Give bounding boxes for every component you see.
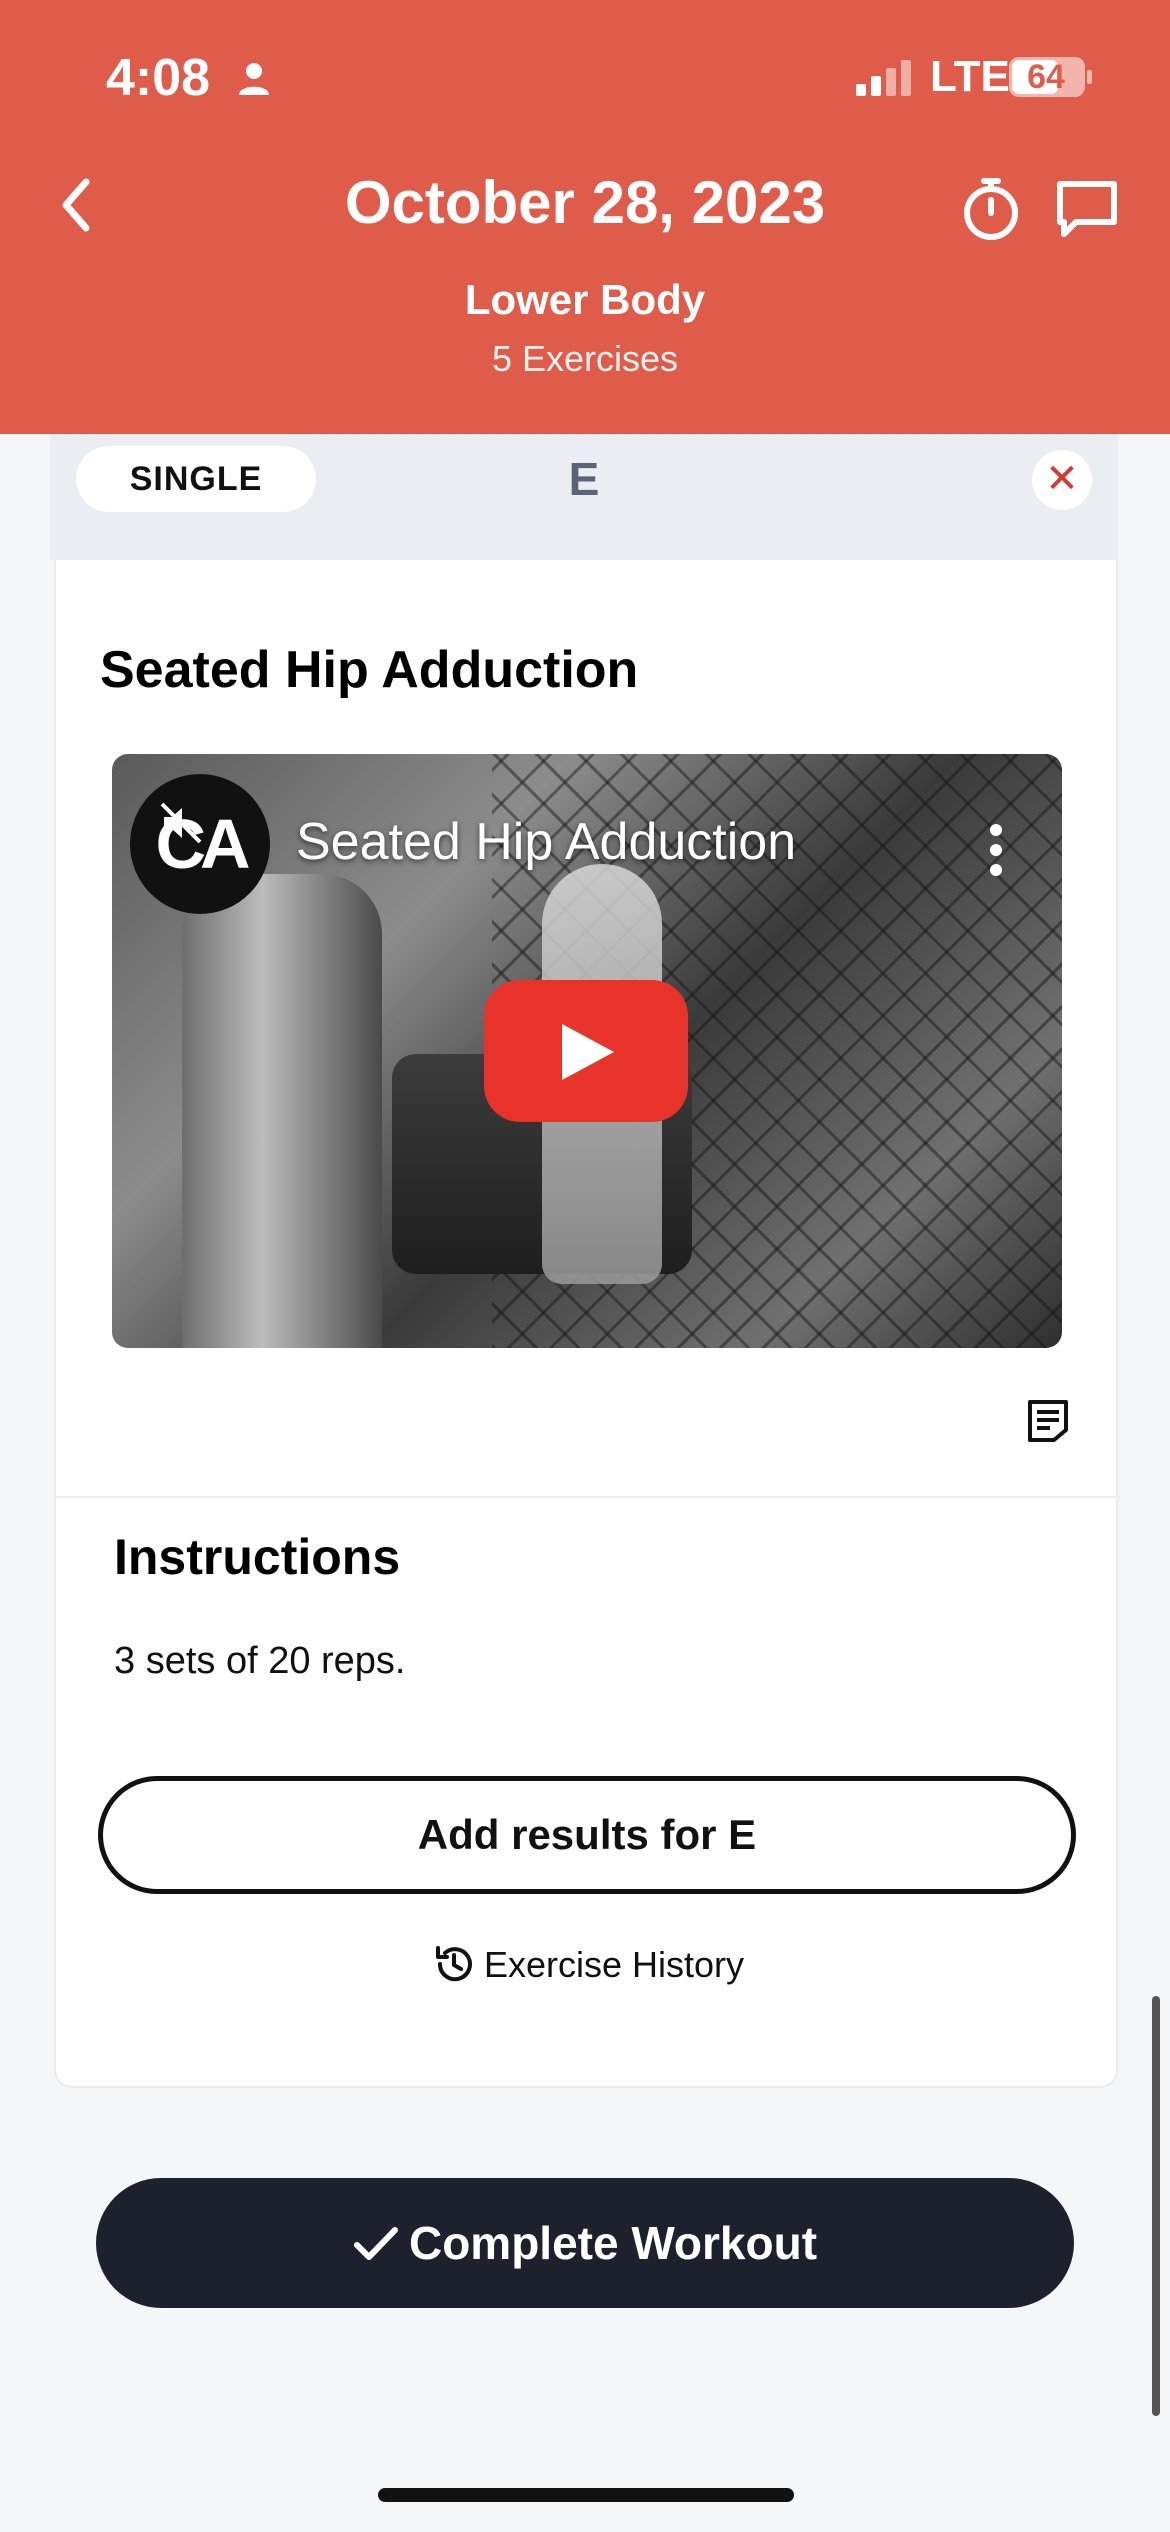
home-indicator[interactable] (378, 2488, 794, 2502)
network-label: LTE (930, 52, 1010, 101)
exercise-card: Seated Hip Adduction CA Seated Hip Adduc… (54, 560, 1120, 2088)
workout-name: Lower Body (464, 276, 706, 323)
stopwatch-icon[interactable] (958, 176, 1024, 242)
play-button[interactable] (484, 980, 688, 1122)
complete-workout-label: Complete Workout (408, 2217, 818, 2269)
exercise-title: Seated Hip Adduction (100, 641, 639, 699)
exercise-history-label: Exercise History (483, 1944, 745, 1985)
person-icon (239, 63, 269, 95)
play-icon (562, 1024, 614, 1080)
channel-logo[interactable]: CA (130, 774, 270, 914)
section-bar: SINGLE E ✕ (50, 434, 1118, 560)
scrollbar[interactable] (1152, 1996, 1160, 2416)
signal-icon (856, 60, 911, 96)
instructions-text: 3 sets of 20 reps. (114, 1640, 406, 1682)
header: 4:08 LTE 64 October 28, 2023 Lower Body … (0, 0, 1170, 434)
divider (56, 1496, 1120, 1498)
status-time: 4:08 (106, 49, 211, 107)
close-button[interactable]: ✕ (1032, 450, 1092, 510)
mute-icon (160, 802, 202, 844)
history-icon (435, 1946, 472, 1982)
checkmark-icon (353, 2226, 398, 2260)
chat-icon[interactable] (1054, 176, 1120, 242)
add-results-button[interactable]: Add results for E (98, 1776, 1076, 1894)
video-player[interactable]: CA Seated Hip Adduction (112, 754, 1062, 1348)
complete-workout-button[interactable]: Complete Workout (96, 2178, 1074, 2308)
notes-icon[interactable] (1026, 1398, 1070, 1444)
exercise-history-link[interactable]: Exercise History (56, 1944, 1120, 1989)
battery-level: 64 (1027, 58, 1065, 96)
exercise-count: 5 Exercises (491, 338, 679, 379)
section-letter: E (568, 453, 600, 505)
more-vertical-icon[interactable] (986, 820, 1006, 880)
video-machine-shape (182, 874, 382, 1348)
instructions-heading: Instructions (114, 1529, 401, 1585)
video-title: Seated Hip Adduction (296, 813, 797, 871)
